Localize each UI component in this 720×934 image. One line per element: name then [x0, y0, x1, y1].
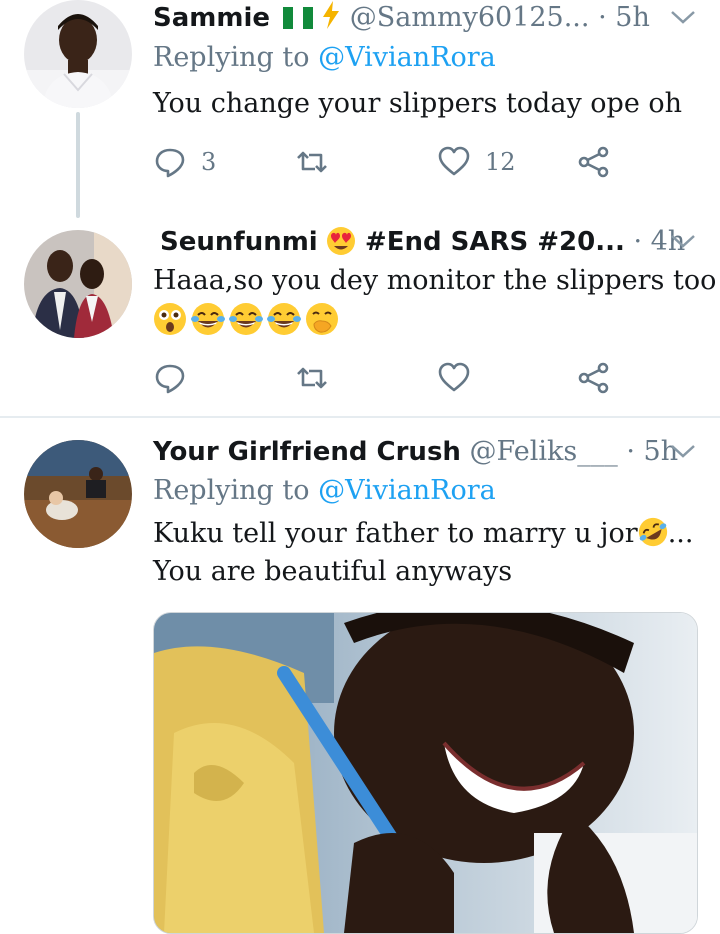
rolling-laughing-emoji: [638, 517, 667, 547]
like-button[interactable]: 12: [437, 142, 516, 182]
like-icon: [438, 146, 470, 176]
tweet-seunfunmi[interactable]: Seunfunmi #End SARS #20... · 4h Haaa,so …: [0, 222, 720, 416]
astonished-emoji: [154, 303, 186, 335]
retweet-icon: [297, 367, 327, 389]
handle[interactable]: @Sammy60125...: [350, 2, 590, 33]
tweet-media-image[interactable]: [153, 612, 698, 934]
retweet-button[interactable]: [295, 358, 329, 398]
replying-to: Replying to @VivianRora: [153, 39, 698, 77]
replying-handle[interactable]: @VivianRora: [318, 42, 496, 73]
share-icon: [578, 362, 609, 394]
tweet-text-line-1: Kuku tell your father to marry u jor...: [153, 515, 698, 553]
lightning-icon: [321, 1, 341, 39]
like-icon: [438, 362, 470, 392]
tweet-text-line-2: You are beautiful anyways: [153, 556, 513, 587]
like-count: 12: [485, 148, 516, 176]
handle[interactable]: @Feliks___: [470, 436, 618, 467]
reply-button[interactable]: [153, 358, 187, 398]
retweet-button[interactable]: [295, 142, 329, 182]
reply-count: 3: [201, 148, 217, 176]
avatar[interactable]: [24, 230, 132, 338]
tweet-sammie[interactable]: Sammie @Sammy60125... · 5h Replying to @…: [0, 0, 720, 220]
chevron-down-icon[interactable]: [668, 0, 698, 36]
tears-of-joy-emoji: [229, 303, 263, 335]
display-name[interactable]: Your Girlfriend Crush: [153, 437, 461, 467]
tears-of-joy-emoji: [267, 303, 301, 335]
thread-line: [76, 112, 80, 218]
replying-label: Replying to: [153, 42, 310, 73]
share-icon: [578, 146, 609, 178]
display-name-suffix[interactable]: #End SARS #20...: [365, 227, 625, 257]
replying-handle[interactable]: @VivianRora: [318, 475, 496, 506]
tweet-header: Sammie @Sammy60125... · 5h: [153, 0, 698, 36]
display-name[interactable]: Seunfunmi: [160, 227, 318, 257]
reply-icon: [155, 364, 185, 394]
avatar[interactable]: [24, 440, 132, 548]
share-button[interactable]: [577, 358, 611, 398]
hand-over-mouth-emoji: [306, 303, 338, 335]
emoji-row: [153, 302, 698, 336]
action-bar: 3 12: [153, 142, 623, 182]
replying-label: Replying to: [153, 475, 310, 506]
separator-dot: ·: [633, 226, 643, 257]
tears-of-joy-emoji: [191, 303, 225, 335]
separator-dot: ·: [598, 2, 607, 33]
chevron-down-icon[interactable]: [668, 434, 698, 470]
tweet-header: Seunfunmi #End SARS #20... · 4h: [153, 222, 698, 262]
reply-icon: [155, 148, 185, 178]
share-button[interactable]: [577, 142, 611, 182]
tweet-text-line-1-main: Kuku tell your father to marry u jor: [153, 518, 638, 549]
avatar[interactable]: [24, 0, 132, 108]
retweet-icon: [297, 151, 327, 173]
timestamp[interactable]: 5h: [615, 2, 650, 33]
separator-dot: ·: [626, 436, 635, 467]
action-bar: [153, 358, 623, 398]
tweet-header: Your Girlfriend Crush @Feliks___ · 5h: [153, 434, 698, 470]
heart-eyes-emoji: [326, 226, 356, 268]
display-name[interactable]: Sammie: [153, 3, 270, 33]
tweet-text: Haaa,so you dey monitor the slippers too: [153, 265, 717, 296]
tweet-text: You change your slippers today ope oh: [153, 88, 683, 119]
replying-to: Replying to @VivianRora: [153, 472, 698, 510]
like-button[interactable]: [437, 358, 471, 398]
tweet-text-ellipsis: ...: [667, 518, 694, 549]
nigeria-flag-icon: [282, 3, 313, 39]
chevron-down-icon[interactable]: [668, 224, 698, 260]
tweet-divider: [0, 416, 720, 418]
reply-button[interactable]: 3: [153, 142, 216, 182]
